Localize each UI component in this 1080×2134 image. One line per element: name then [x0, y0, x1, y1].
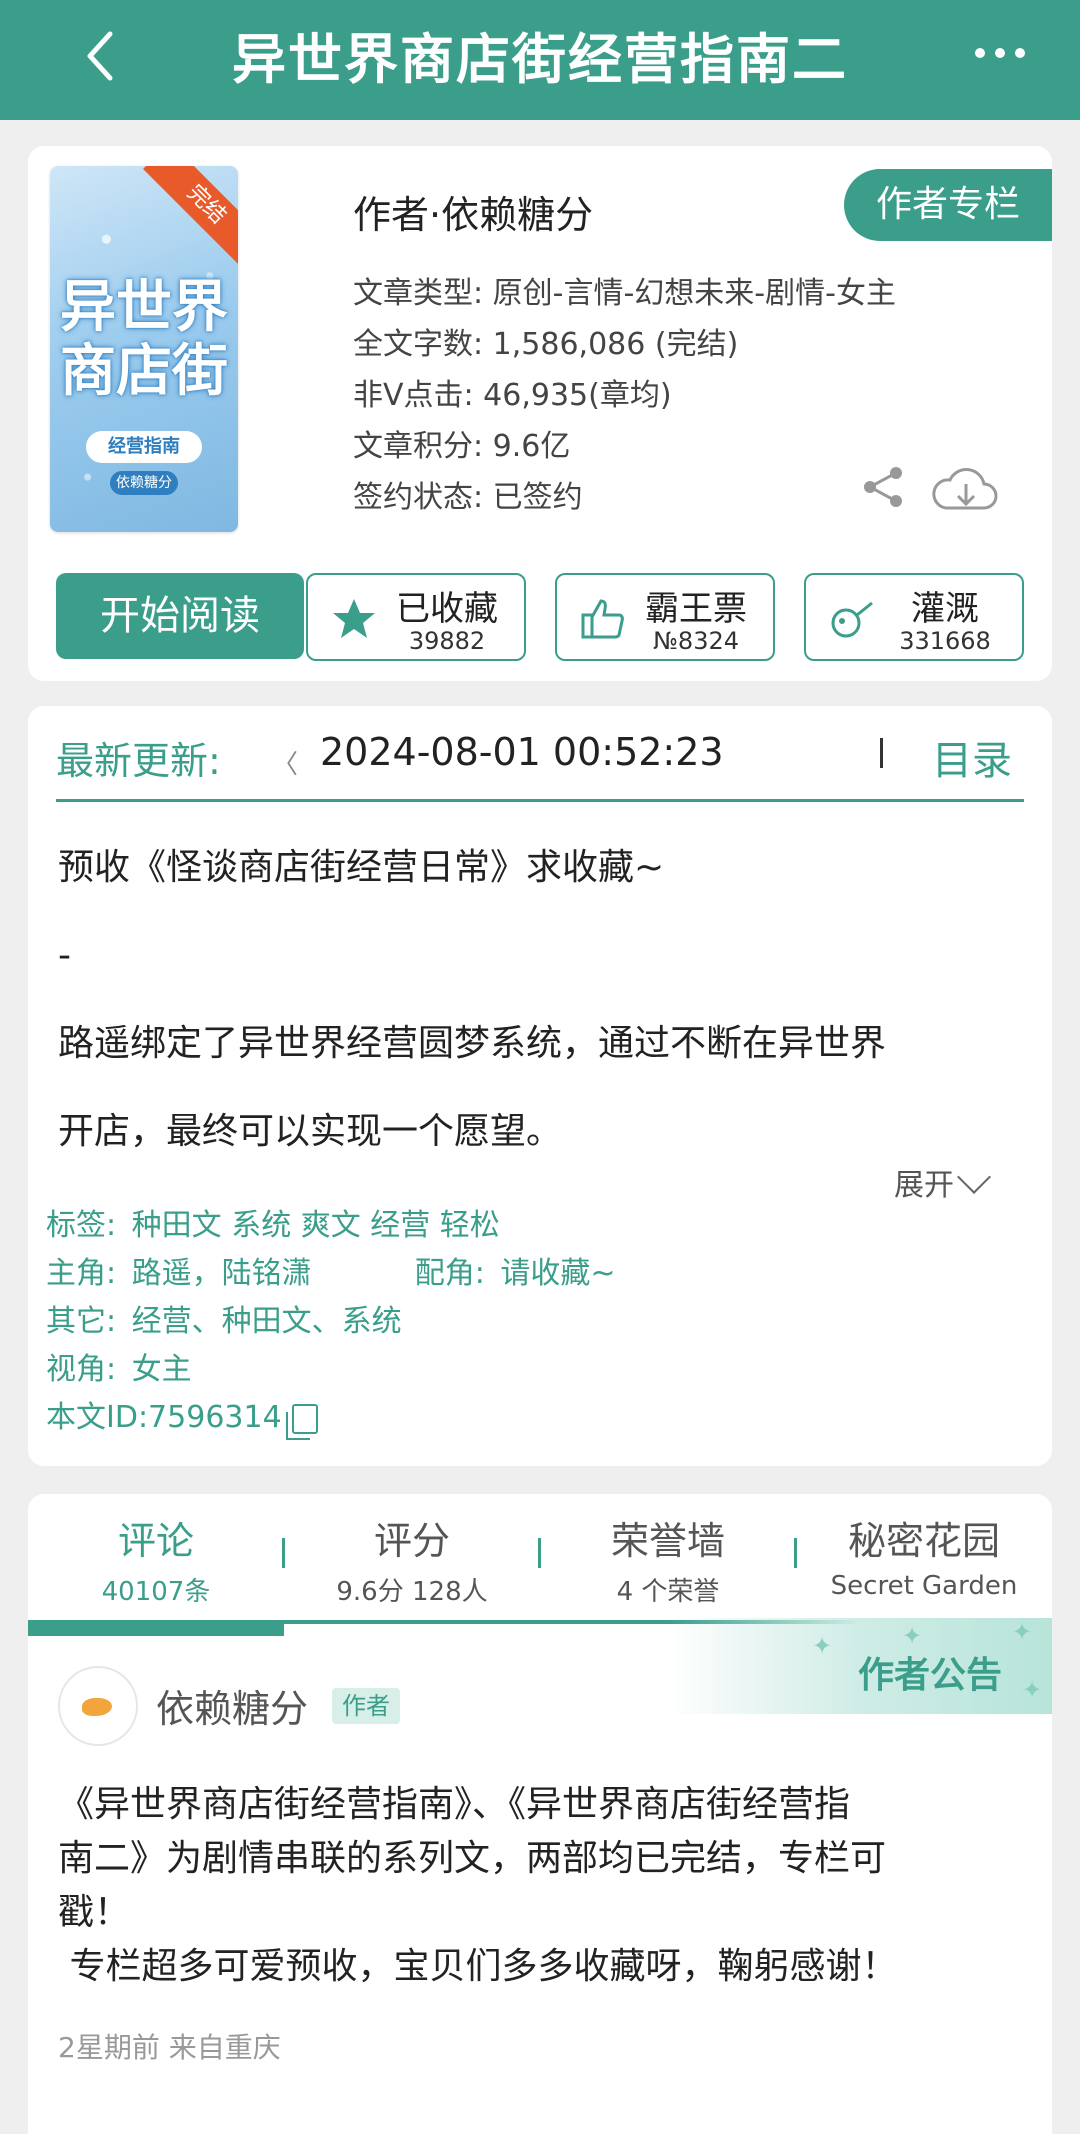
id-row: 本文ID:7596314	[46, 1394, 616, 1442]
meta-score: 文章积分: 9.6亿	[353, 429, 571, 464]
tab-bar: 评论 40107条 评分 9.6分 128人 荣誉墙 4 个荣誉 秘密花园 Se…	[28, 1494, 1052, 1618]
tab-secret-garden[interactable]: 秘密花园 Secret Garden	[796, 1510, 1052, 1601]
notice-line: 南二》为剧情串联的系列文，两部均已完结，专栏可	[58, 1838, 887, 1879]
tab-title: 荣誉墙	[610, 1519, 725, 1563]
tab-subtitle: 4 个荣誉	[616, 1577, 720, 1607]
main-role-value: 路遥，陆铭潇	[131, 1256, 312, 1291]
book-cover[interactable]: 异世界商店街 经营指南 依赖糖分 完结	[50, 166, 238, 532]
ticket-count: №8324	[652, 627, 740, 655]
start-reading-button[interactable]: 开始阅读	[56, 573, 304, 659]
meta-wordcount: 全文字数: 1,586,086 (完结)	[353, 327, 739, 362]
more-dots-icon[interactable]	[970, 38, 1030, 68]
tab-title: 秘密花园	[847, 1519, 1000, 1563]
irrigate-label: 灌溉	[911, 589, 979, 629]
roles-row: 主角: 路遥，陆铭潇 配角: 请收藏~	[46, 1250, 616, 1298]
ticket-label: 霸王票	[645, 589, 747, 629]
meta-sign: 签约状态: 已签约	[353, 480, 583, 515]
notice-line: 专栏超多可爱预收，宝贝们多多收藏呀，鞠躬感谢！	[58, 1946, 898, 1987]
support-role-label: 配角:	[414, 1256, 485, 1291]
intro-line: 预收《怪谈商店街经营日常》求收藏~	[58, 847, 665, 888]
latest-update-time[interactable]: 2024-08-01 00:52:23	[320, 730, 724, 774]
book-tags: 标签: 种田文 系统 爽文 经营 轻松 主角: 路遥，陆铭潇 配角: 请收藏~ …	[46, 1202, 616, 1442]
irrigate-button[interactable]: 灌溉 331668	[804, 573, 1024, 661]
intro-card: 最新更新: 〈 2024-08-01 00:52:23 目录 预收《怪谈商店街经…	[28, 706, 1052, 1466]
avatar-image	[82, 1698, 112, 1716]
book-id: 本文ID:7596314	[46, 1400, 282, 1435]
poster-name[interactable]: 依赖糖分	[156, 1678, 308, 1733]
loading-spinner-icon: 〈	[272, 750, 299, 780]
tab-comments[interactable]: 评论 40107条	[28, 1510, 284, 1608]
meta-clicks: 非Ⅴ点击: 46,935(章均)	[353, 378, 672, 413]
divider	[880, 738, 883, 768]
favorite-count: 39882	[408, 627, 486, 655]
expand-label: 展开	[894, 1168, 954, 1203]
latest-update-label: 最新更新:	[56, 739, 221, 783]
main-role-label: 主角:	[46, 1256, 117, 1291]
thumbs-up-icon	[581, 599, 624, 639]
view-label: 视角:	[46, 1352, 117, 1387]
tab-title: 评分	[373, 1519, 450, 1563]
support-role-value: 请收藏~	[500, 1256, 616, 1291]
author-notice-title: 作者公告	[857, 1655, 1002, 1696]
other-row: 其它: 经营、种田文、系统	[46, 1298, 616, 1346]
notice-line: 戳！	[58, 1892, 131, 1933]
meta-type: 文章类型: 原创-言情-幻想未来-剧情-女主	[353, 276, 896, 311]
tab-title: 评论	[117, 1519, 194, 1563]
watering-can-icon	[831, 601, 873, 638]
irrigate-count: 331668	[899, 627, 991, 655]
comments-card: 评论 40107条 评分 9.6分 128人 荣誉墙 4 个荣誉 秘密花园 Se…	[28, 1494, 1052, 2134]
other-label: 其它:	[46, 1304, 117, 1339]
avatar[interactable]	[58, 1666, 138, 1746]
intro-line: -	[58, 935, 71, 976]
cover-author: 依赖糖分	[110, 471, 178, 495]
view-row: 视角: 女主	[46, 1346, 616, 1394]
back-arrow-icon[interactable]	[72, 26, 132, 86]
sparkle-icon: ✦	[1012, 1618, 1033, 1646]
tags-label: 标签:	[46, 1208, 117, 1243]
favorite-label: 已收藏	[396, 589, 498, 629]
intro-line: 路遥绑定了异世界经营圆梦系统，通过不断在异世界	[58, 1023, 887, 1064]
notice-line: 《异世界商店街经营指南》、《异世界商店街经营指	[58, 1784, 851, 1825]
page-title: 异世界商店街经营指南二	[232, 28, 848, 91]
notice-meta: 2星期前 来自重庆	[58, 2031, 281, 2064]
book-meta: 文章类型: 原创-言情-幻想未来-剧情-女主 全文字数: 1,586,086 (…	[353, 268, 896, 523]
cover-subtitle: 经营指南	[86, 431, 202, 463]
top-bar: 异世界商店街经营指南二	[0, 0, 1080, 120]
table-of-contents-link[interactable]: 目录	[932, 728, 1012, 786]
book-intro: 预收《怪谈商店街经营日常》求收藏~ - 路遥绑定了异世界经营圆梦系统，通过不断在…	[58, 824, 1022, 1176]
sparkle-icon: ✦	[812, 1632, 833, 1660]
expand-button[interactable]: 展开	[894, 1160, 991, 1204]
active-tab-indicator	[28, 1620, 284, 1636]
author-column-button[interactable]: 作者专栏	[844, 169, 1052, 241]
copy-icon[interactable]	[285, 1403, 318, 1440]
notice-content: 《异世界商店街经营指南》、《异世界商店街经营指 南二》为剧情串联的系列文，两部均…	[58, 1778, 1022, 1994]
share-icon[interactable]	[860, 464, 906, 510]
author-name[interactable]: 作者·依赖糖分	[353, 184, 593, 239]
star-icon	[333, 599, 375, 638]
tab-subtitle: 40107条	[101, 1577, 211, 1607]
tags-value[interactable]: 种田文 系统 爽文 经营 轻松	[132, 1208, 500, 1243]
favorite-button[interactable]: 已收藏 39882	[306, 573, 526, 661]
divider-line	[56, 799, 1024, 802]
tab-rating[interactable]: 评分 9.6分 128人	[284, 1510, 540, 1608]
tab-honor-wall[interactable]: 荣誉墙 4 个荣誉	[540, 1510, 796, 1608]
tab-subtitle: Secret Garden	[830, 1571, 1018, 1601]
intro-line: 开店，最终可以实现一个愿望。	[58, 1111, 563, 1152]
book-info-card: 异世界商店街 经营指南 依赖糖分 完结 作者·依赖糖分 作者专栏 文章类型: 原…	[28, 146, 1052, 681]
ticket-button[interactable]: 霸王票 №8324	[555, 573, 775, 661]
cover-title: 异世界商店街	[60, 275, 228, 404]
author-badge: 作者	[332, 1688, 400, 1724]
download-cloud-icon[interactable]	[928, 462, 1000, 516]
sparkle-icon: ✦	[1022, 1676, 1043, 1704]
view-value: 女主	[131, 1352, 192, 1387]
chevron-down-icon	[957, 1160, 991, 1194]
tags-row: 标签: 种田文 系统 爽文 经营 轻松	[46, 1202, 616, 1250]
tab-subtitle: 9.6分 128人	[336, 1577, 488, 1607]
other-value: 经营、种田文、系统	[131, 1304, 402, 1339]
